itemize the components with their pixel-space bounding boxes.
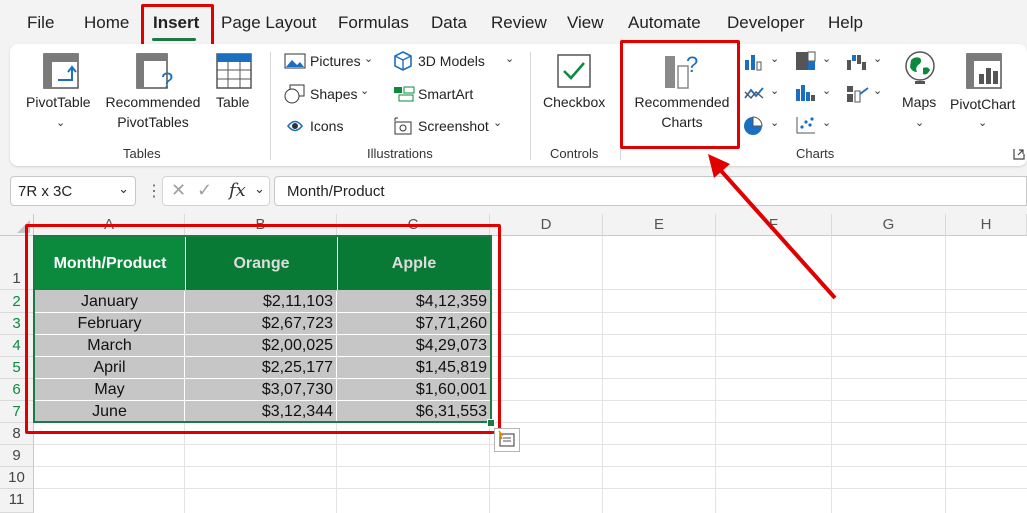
screenshot-icon <box>394 117 412 135</box>
gridline <box>945 236 946 513</box>
table-icon <box>216 53 252 89</box>
name-box-chevron-icon[interactable]: ⌄ <box>118 181 129 197</box>
quick-analysis-button[interactable] <box>494 428 520 452</box>
gridline <box>34 444 1027 445</box>
icons-icon <box>286 120 304 132</box>
menu-home[interactable]: Home <box>84 13 129 33</box>
ribbon-separator <box>270 52 271 160</box>
more-options-icon[interactable]: ⋮ <box>146 181 162 201</box>
menu-review[interactable]: Review <box>491 13 547 33</box>
menu-page-layout[interactable]: Page Layout <box>221 13 316 33</box>
gridline <box>336 423 337 513</box>
column-chart-icon[interactable] <box>743 52 765 72</box>
recommended-charts-highlight <box>620 40 740 149</box>
gridline <box>490 334 1027 335</box>
gridline <box>184 423 185 513</box>
shapes-icon <box>284 84 305 104</box>
pivot-chart-chevron-icon[interactable]: ⌄ <box>978 116 987 129</box>
hierarchy-chart-chevron-icon[interactable]: ⌄ <box>822 52 831 65</box>
screenshot-chevron-icon[interactable]: ⌄ <box>493 116 502 129</box>
gridline <box>490 378 1027 379</box>
menu-automate[interactable]: Automate <box>628 13 701 33</box>
pictures-icon <box>284 53 306 69</box>
name-box-value: 7R x 3C <box>18 183 73 200</box>
smartart-label[interactable]: SmartArt <box>418 86 473 102</box>
line-chart-chevron-icon[interactable]: ⌄ <box>770 84 779 97</box>
pivot-chart-label[interactable]: PivotChart <box>950 96 1015 112</box>
3d-models-label[interactable]: 3D Models <box>418 53 485 69</box>
combo-chart-icon[interactable] <box>846 84 870 104</box>
row-header-9[interactable]: 9 <box>0 445 34 467</box>
group-illustrations-label: Illustrations <box>367 146 433 161</box>
formula-input[interactable]: Month/Product <box>274 176 1027 206</box>
gridline <box>34 466 1027 467</box>
scatter-chart-chevron-icon[interactable]: ⌄ <box>822 116 831 129</box>
pivot-table-chevron-icon[interactable]: ⌄ <box>56 116 65 129</box>
row-header-10[interactable]: 10 <box>0 467 34 489</box>
pictures-label[interactable]: Pictures <box>310 53 361 69</box>
formula-chevron-icon[interactable]: ⌄ <box>254 181 265 197</box>
checkbox-label[interactable]: Checkbox <box>543 94 605 110</box>
svg-text:?: ? <box>161 68 173 92</box>
menu-developer[interactable]: Developer <box>727 13 805 33</box>
recommended-pivottables-label-1[interactable]: Recommended <box>101 94 205 110</box>
table-highlight <box>25 224 501 434</box>
statistic-chart-chevron-icon[interactable]: ⌄ <box>822 84 831 97</box>
column-chart-chevron-icon[interactable]: ⌄ <box>770 52 779 65</box>
table-label[interactable]: Table <box>216 94 249 110</box>
ribbon-separator <box>530 52 531 160</box>
quick-analysis-icon <box>498 430 515 447</box>
shapes-label[interactable]: Shapes <box>310 86 357 102</box>
shapes-chevron-icon[interactable]: ⌄ <box>360 84 369 97</box>
icons-label[interactable]: Icons <box>310 118 343 134</box>
group-tables-label: Tables <box>123 146 161 161</box>
gridline <box>490 312 1027 313</box>
menu-formulas[interactable]: Formulas <box>338 13 409 33</box>
waterfall-chart-chevron-icon[interactable]: ⌄ <box>873 52 882 65</box>
gridline <box>489 423 490 513</box>
row-header-11[interactable]: 11 <box>0 489 34 513</box>
name-box[interactable]: 7R x 3C ⌄ <box>10 176 136 206</box>
statistic-chart-icon[interactable] <box>795 83 817 103</box>
screenshot-label[interactable]: Screenshot <box>418 118 489 134</box>
column-header-h[interactable]: H <box>946 214 1027 236</box>
3d-models-chevron-icon[interactable]: ⌄ <box>505 52 514 65</box>
pivot-table-icon <box>43 53 79 89</box>
maps-label[interactable]: Maps <box>902 94 936 110</box>
enter-icon[interactable]: ✓ <box>197 180 212 201</box>
red-arrow-annotation <box>708 154 837 300</box>
combo-chart-chevron-icon[interactable]: ⌄ <box>873 84 882 97</box>
menu-data[interactable]: Data <box>431 13 467 33</box>
gridline <box>602 236 603 513</box>
smartart-icon <box>394 86 415 102</box>
gridline <box>34 488 1027 489</box>
formula-value: Month/Product <box>287 183 385 200</box>
menu-view[interactable]: View <box>567 13 604 33</box>
dialog-launcher-icon[interactable] <box>1013 148 1025 160</box>
pie-chart-icon[interactable] <box>742 115 766 137</box>
gridline <box>490 400 1027 401</box>
recommended-pivottables-icon: ? <box>136 53 173 92</box>
waterfall-chart-icon[interactable] <box>846 52 868 72</box>
gridline <box>490 356 1027 357</box>
checkbox-icon <box>557 54 591 88</box>
line-chart-icon[interactable] <box>743 84 765 104</box>
maps-icon <box>905 51 935 84</box>
recommended-pivottables-label-2[interactable]: PivotTables <box>101 114 205 130</box>
maps-chevron-icon[interactable]: ⌄ <box>915 116 924 129</box>
pie-chart-chevron-icon[interactable]: ⌄ <box>770 116 779 129</box>
column-header-d[interactable]: D <box>490 214 603 236</box>
scatter-chart-icon[interactable] <box>795 115 817 135</box>
pivot-table-label[interactable]: PivotTable <box>26 94 91 110</box>
pictures-chevron-icon[interactable]: ⌄ <box>364 52 373 65</box>
cancel-icon[interactable]: ✕ <box>171 180 186 201</box>
3d-models-icon <box>394 51 412 71</box>
menu-help[interactable]: Help <box>828 13 863 33</box>
pivot-chart-icon <box>966 53 1002 89</box>
group-controls-label: Controls <box>550 146 599 161</box>
hierarchy-chart-icon[interactable] <box>795 51 817 71</box>
menu-file[interactable]: File <box>27 13 54 33</box>
insert-function-icon[interactable]: fx <box>229 180 246 201</box>
formula-actions: ✕ ✓ fx ⌄ <box>162 176 270 206</box>
